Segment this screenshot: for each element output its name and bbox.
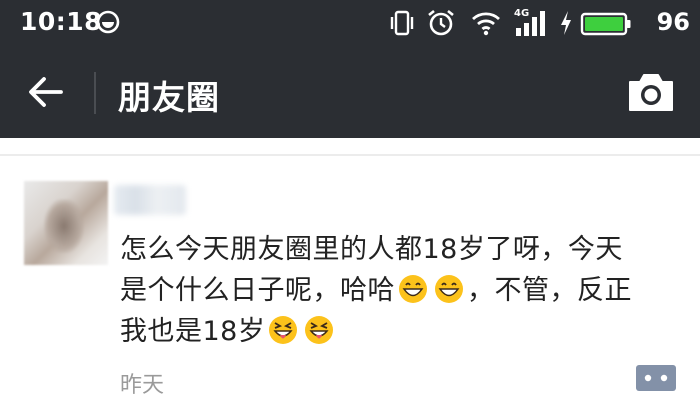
app-bar: 朋友圈 [0, 46, 700, 138]
comment-button[interactable] [636, 365, 676, 391]
back-button[interactable] [20, 68, 70, 116]
more-dots-icon [636, 365, 676, 391]
grinning-face-emoji [399, 275, 427, 303]
alarm-icon [428, 9, 454, 36]
post-time: 昨天 [120, 373, 165, 398]
post-line-2-text-b: ，不管，反正 [467, 275, 632, 306]
post-line-2: 是个什么日子呢，哈哈 ，不管，反正 [120, 270, 680, 311]
app-bar-divider [94, 72, 96, 114]
post-line-3-text: 我也是18岁 [120, 316, 266, 347]
signal-icon [516, 11, 545, 36]
wifi-icon [472, 12, 500, 36]
charging-icon [561, 11, 571, 35]
back-arrow-icon [29, 77, 63, 107]
status-bar: 10:18 4G 96 [0, 0, 700, 46]
vibrate-icon [390, 10, 414, 36]
status-time: 10:18 [20, 7, 103, 36]
post-line-2-text-a: 是个什么日子呢，哈哈 [120, 275, 395, 306]
post-line-3: 我也是18岁 [120, 311, 680, 352]
top-separator [0, 154, 700, 156]
status-icons: 4G 96 [390, 8, 690, 38]
squint-tongue-face-emoji [269, 316, 298, 344]
camera-button[interactable] [626, 70, 676, 116]
camera-icon [629, 74, 673, 111]
battery-level: 96 [656, 8, 690, 36]
post-line-1: 怎么今天朋友圈里的人都18岁了呀，今天 [120, 234, 623, 265]
nickname[interactable] [114, 185, 186, 215]
screenshot-icon [96, 10, 120, 34]
squint-tongue-face-emoji [305, 316, 334, 344]
avatar[interactable] [24, 181, 108, 265]
grinning-face-emoji [435, 275, 463, 303]
page-title: 朋友圈 [118, 78, 220, 117]
post-content: 怎么今天朋友圈里的人都18岁了呀，今天 是个什么日子呢，哈哈 ，不管，反正 我也… [120, 229, 680, 352]
battery-icon [580, 12, 631, 36]
